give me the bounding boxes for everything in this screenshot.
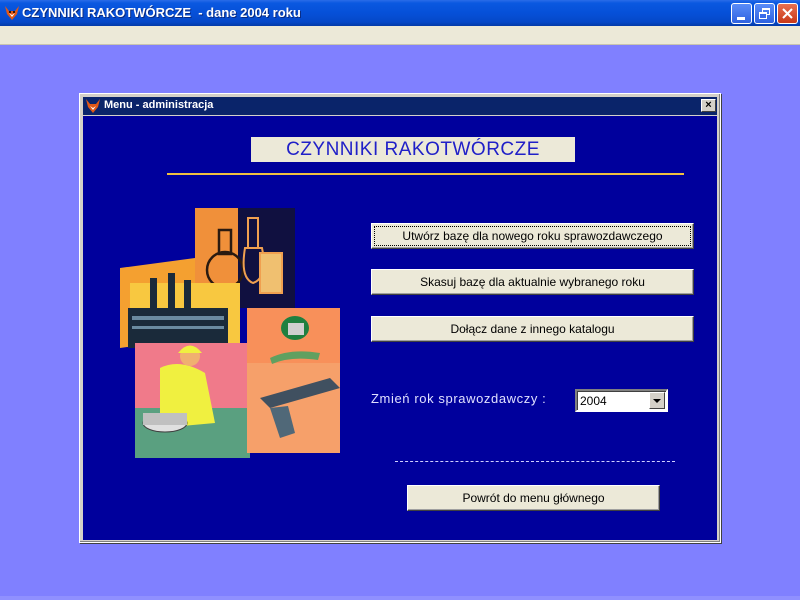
menu-bar xyxy=(0,26,800,45)
dialog-close-button[interactable]: × xyxy=(701,99,716,112)
dialog-title: Menu - administracja xyxy=(104,99,214,111)
year-dropdown[interactable]: 2004 xyxy=(575,389,668,412)
dialog-body: CZYNNIKI RAKOTWÓRCZE Utwórz bazę dla now… xyxy=(83,116,717,540)
fox-app-icon xyxy=(5,6,19,20)
heading: CZYNNIKI RAKOTWÓRCZE xyxy=(251,137,575,162)
industry-clipart-image xyxy=(120,208,340,458)
dropdown-button[interactable] xyxy=(649,392,665,409)
main-window-title: CZYNNIKI RAKOTWÓRCZE - dane 2004 roku xyxy=(22,5,301,20)
admin-menu-dialog: Menu - administracja × CZYNNIKI RAKOTWÓR… xyxy=(79,93,721,543)
main-title-bar[interactable]: CZYNNIKI RAKOTWÓRCZE - dane 2004 roku xyxy=(0,0,800,26)
minimize-icon xyxy=(737,17,745,20)
create-database-button[interactable]: Utwórz bazę dla nowego roku sprawozdawcz… xyxy=(371,223,694,249)
restore-button[interactable] xyxy=(754,3,775,24)
chevron-down-icon xyxy=(653,399,661,403)
attach-data-button[interactable]: Dołącz dane z innego katalogu xyxy=(371,316,694,342)
back-to-main-menu-button[interactable]: Powrót do menu głównego xyxy=(407,485,660,511)
year-label: Zmień rok sprawozdawczy : xyxy=(371,391,547,406)
minimize-button[interactable] xyxy=(731,3,752,24)
close-button[interactable] xyxy=(777,3,798,24)
dashed-divider xyxy=(395,461,675,462)
fox-dialog-icon xyxy=(86,99,100,113)
desktop-bottom-edge xyxy=(0,596,800,600)
delete-database-button[interactable]: Skasuj bazę dla aktualnie wybranego roku xyxy=(371,269,694,295)
restore-icon-front xyxy=(759,12,767,19)
dialog-title-bar[interactable]: Menu - administracja × xyxy=(83,97,717,115)
year-value: 2004 xyxy=(580,394,607,408)
close-icon: × xyxy=(705,99,712,111)
close-icon xyxy=(782,8,793,19)
heading-divider xyxy=(167,173,684,175)
